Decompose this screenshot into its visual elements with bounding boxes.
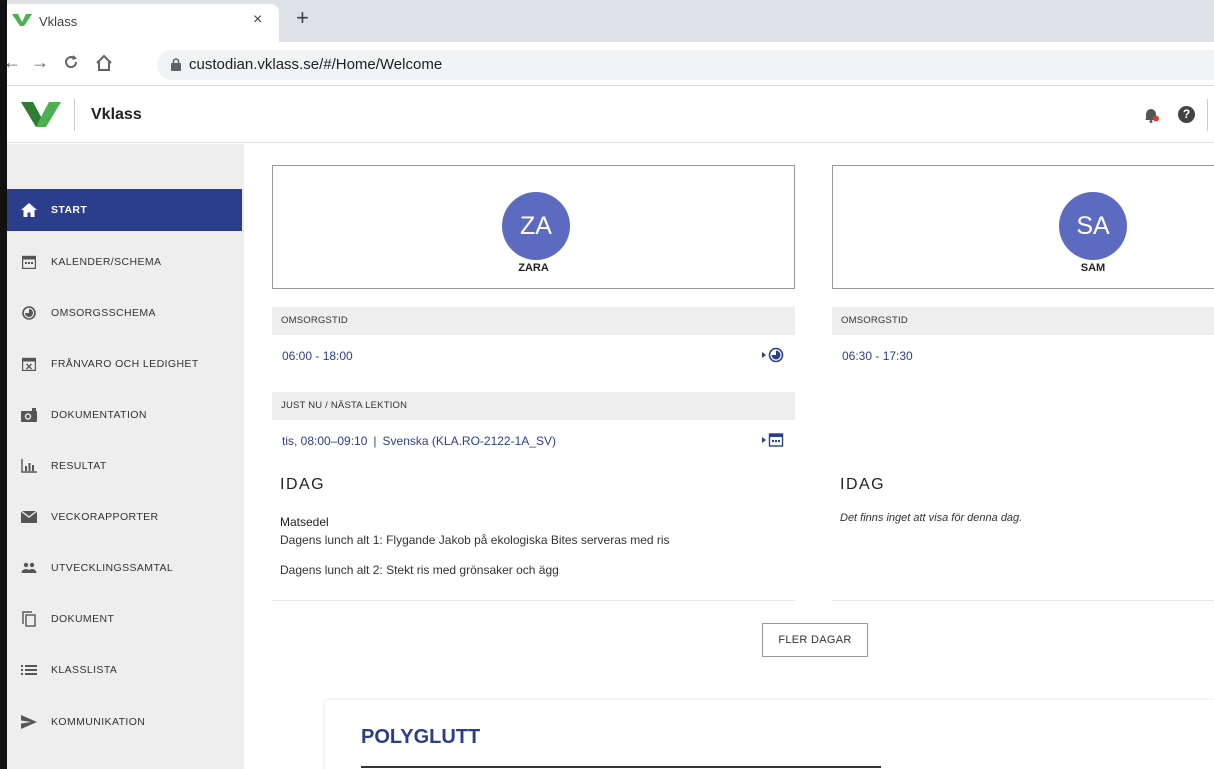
care-time-link[interactable]: 06:00 - 18:00: [282, 349, 353, 363]
sidebar-item-communication[interactable]: KOMMUNIKATION: [7, 701, 242, 743]
back-arrow-icon[interactable]: ←: [7, 52, 21, 73]
calendar-x-icon: [21, 356, 37, 372]
lesson-separator: |: [373, 434, 377, 448]
child-name: ZARA: [518, 262, 549, 274]
sidebar-item-documents[interactable]: DOKUMENT: [7, 598, 242, 640]
camera-icon: [21, 407, 37, 423]
lesson-header: JUST NU / NÄSTA LEKTION: [272, 392, 795, 420]
section-divider: [832, 600, 1214, 601]
sidebar-item-label: RESULTAT: [51, 460, 107, 472]
today-heading: IDAG: [280, 476, 326, 493]
bar-chart-icon: [21, 458, 37, 474]
sidebar-item-label: FRÅNVARO OCH LEDIGHET: [51, 358, 199, 370]
app-title: Vklass: [91, 106, 142, 123]
child-name: SAM: [1080, 262, 1106, 274]
child-card-sam[interactable]: SA SAM: [832, 165, 1214, 289]
help-icon[interactable]: ?: [1178, 106, 1195, 123]
forward-arrow-icon[interactable]: →: [31, 52, 49, 73]
care-time-link[interactable]: 06:30 - 17:30: [842, 349, 913, 363]
section-divider: [272, 600, 795, 601]
sidebar-item-label: OMSORGSSCHEMA: [51, 307, 156, 319]
sidebar-item-absence[interactable]: FRÅNVARO OCH LEDIGHET: [7, 343, 242, 385]
browser-tab[interactable]: Vklass ×: [7, 4, 279, 42]
polyglutt-underline: [361, 766, 881, 768]
sidebar-item-calendar[interactable]: KALENDER/SCHEMA: [7, 241, 242, 283]
vklass-logo-icon[interactable]: [21, 100, 61, 133]
sidebar-item-label: DOKUMENT: [51, 613, 115, 625]
next-lesson[interactable]: tis, 08:00–09:10 | Svenska (KLA.RO-2122-1A…: [282, 434, 556, 448]
browser-toolbar: ← → custodian.vklass.se/#/Home/Welcome: [7, 42, 1214, 86]
tab-title: Vklass: [39, 14, 78, 29]
sidebar-item-label: DOKUMENTATION: [51, 409, 147, 421]
sidebar-item-weekly-reports[interactable]: VECKORAPPORTER: [7, 496, 242, 538]
envelope-icon: [21, 509, 37, 525]
sidebar-item-label: KLASSLISTA: [51, 664, 118, 676]
avatar: SA: [1059, 192, 1127, 260]
care-schedule-arrow-icon[interactable]: [762, 347, 784, 368]
sidebar-item-label: VECKORAPPORTER: [51, 511, 159, 523]
sidebar-item-documentation[interactable]: DOKUMENTATION: [7, 394, 242, 436]
notification-bell-icon[interactable]: [1143, 107, 1159, 128]
sidebar: START KALENDER/SCHEMA OMSORGSSCHEMA FRÅN…: [7, 144, 244, 769]
reload-icon[interactable]: [63, 50, 79, 75]
url-text: custodian.vklass.se/#/Home/Welcome: [189, 56, 443, 73]
polyglutt-title: POLYGLUTT: [361, 726, 481, 748]
tab-strip: Vklass × +: [7, 0, 1214, 42]
lesson-time: tis, 08:00–09:10: [282, 434, 368, 448]
menu-title: Matsedel: [280, 515, 329, 529]
list-icon: [21, 662, 37, 678]
empty-day-note: Det finns inget att visa för denna dag.: [840, 512, 1023, 524]
sidebar-item-label: KOMMUNIKATION: [51, 716, 146, 728]
browser-window: Vklass × + ← → custodian.vklass.se/#/Hom…: [0, 0, 1214, 769]
menu-line: Dagens lunch alt 1: Flygande Jakob på ek…: [280, 533, 670, 547]
send-icon: [21, 714, 37, 730]
more-days-button[interactable]: FLER DAGAR: [762, 623, 868, 657]
header-separator: [1207, 99, 1208, 131]
home-icon: [21, 202, 37, 218]
vklass-favicon-icon: [12, 13, 32, 32]
lock-icon: [171, 58, 181, 76]
clock-half-icon: [21, 305, 37, 321]
tab-close-icon[interactable]: ×: [253, 11, 262, 29]
sidebar-item-development-talks[interactable]: UTVECKLINGSSAMTAL: [7, 547, 242, 589]
sidebar-item-label: UTVECKLINGSSAMTAL: [51, 562, 174, 574]
people-icon: [21, 560, 37, 576]
sidebar-item-label: KALENDER/SCHEMA: [51, 256, 162, 268]
copy-icon: [21, 611, 37, 627]
logo-divider: [74, 99, 75, 131]
today-heading: IDAG: [840, 476, 886, 493]
sidebar-item-care-schedule[interactable]: OMSORGSSCHEMA: [7, 292, 242, 334]
sidebar-item-results[interactable]: RESULTAT: [7, 445, 242, 487]
lesson-calendar-arrow-icon[interactable]: [762, 432, 784, 453]
lesson-name[interactable]: Svenska (KLA.RO-2122-1A_SV): [383, 434, 556, 448]
avatar: ZA: [502, 192, 570, 260]
sidebar-item-class-list[interactable]: KLASSLISTA: [7, 649, 242, 691]
home-icon[interactable]: [95, 51, 113, 77]
polyglutt-card: POLYGLUTT: [325, 700, 1214, 769]
sidebar-item-label: START: [51, 204, 88, 216]
menu-line: Dagens lunch alt 2: Stekt ris med grönsa…: [280, 563, 559, 577]
app-header: Vklass ?: [7, 87, 1214, 143]
address-bar[interactable]: custodian.vklass.se/#/Home/Welcome: [157, 50, 1214, 80]
care-time-header: OMSORGSTID: [832, 307, 1214, 335]
sidebar-item-start[interactable]: START: [7, 189, 242, 231]
care-time-header: OMSORGSTID: [272, 307, 795, 335]
new-tab-button[interactable]: +: [296, 5, 309, 31]
calendar-icon: [21, 254, 37, 270]
child-card-zara[interactable]: ZA ZARA: [272, 165, 795, 289]
